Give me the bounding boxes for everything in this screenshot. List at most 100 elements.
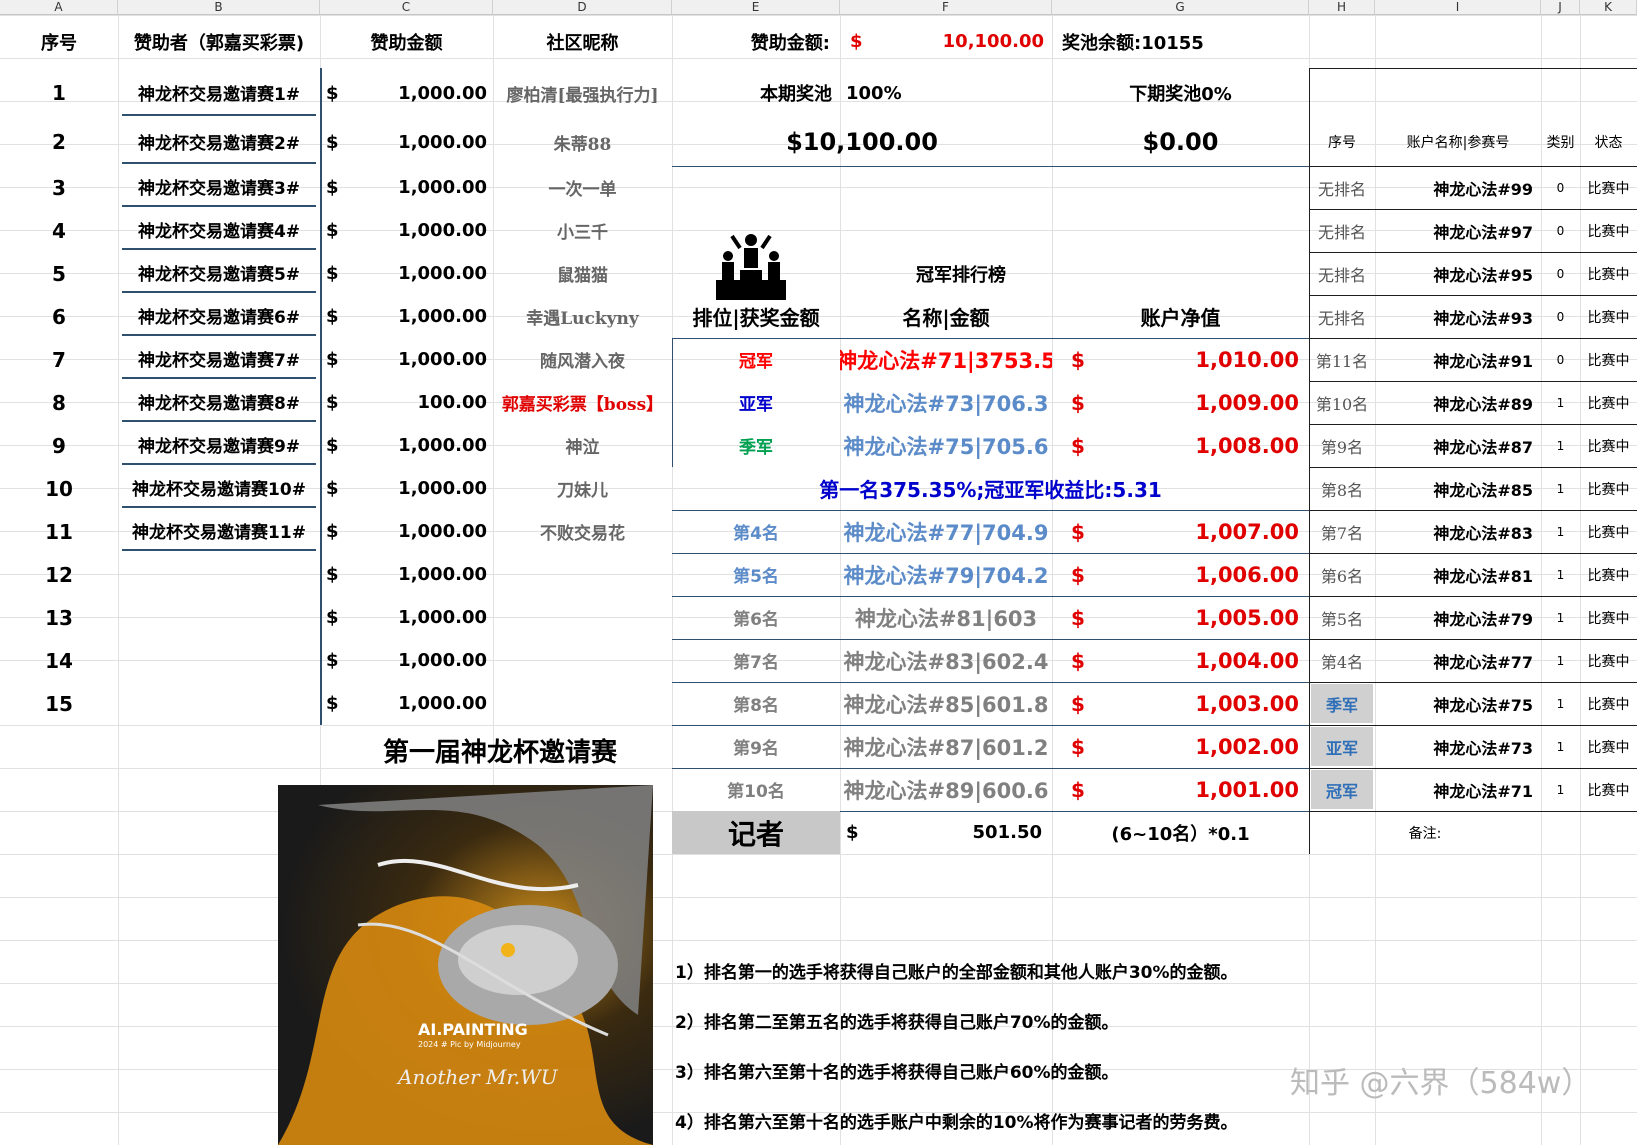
row-number[interactable]: 9	[0, 424, 118, 467]
amount-currency[interactable]: $	[326, 424, 346, 467]
status-type[interactable]: 1	[1541, 682, 1580, 725]
status-account[interactable]: 神龙心法#75	[1375, 682, 1533, 725]
community-nick[interactable]: 小三千	[493, 209, 672, 252]
row-number[interactable]: 1	[0, 68, 118, 118]
status-state[interactable]: 比赛中	[1580, 510, 1637, 553]
community-nick[interactable]: 不败交易花	[493, 510, 672, 553]
equity-currency[interactable]: $	[1068, 682, 1088, 725]
status-state[interactable]: 比赛中	[1580, 725, 1637, 768]
status-rank[interactable]: 第4名	[1311, 641, 1373, 680]
amount-currency[interactable]: $	[326, 467, 346, 510]
status-account[interactable]: 神龙心法#91	[1375, 338, 1533, 381]
rank-label[interactable]: 第4名	[672, 510, 840, 553]
equity-value[interactable]: 1,005.00	[1092, 596, 1299, 639]
status-type[interactable]: 1	[1541, 725, 1580, 768]
sponsor-total-value[interactable]: 10,100.00	[870, 15, 1044, 68]
status-account[interactable]: 神龙心法#83	[1375, 510, 1533, 553]
status-state[interactable]: 比赛中	[1580, 596, 1637, 639]
status-state[interactable]: 比赛中	[1580, 424, 1637, 467]
equity-currency[interactable]: $	[1068, 338, 1088, 381]
community-nick[interactable]: 一次一单	[493, 166, 672, 209]
reporter-note[interactable]: (6~10名）*0.1	[1052, 811, 1309, 854]
community-nick[interactable]: 廖柏清[最强执行力]	[493, 68, 672, 118]
amount-currency[interactable]: $	[326, 338, 346, 381]
community-nick[interactable]: 郭嘉买彩票【boss】	[493, 381, 672, 424]
equity-currency[interactable]: $	[1068, 725, 1088, 768]
rank-label[interactable]: 亚军	[672, 381, 840, 424]
amount-value[interactable]: 1,000.00	[350, 553, 487, 596]
amount-value[interactable]: 1,000.00	[350, 68, 487, 118]
rank-name[interactable]: 神龙心法#79|704.2	[840, 553, 1052, 596]
status-type[interactable]: 0	[1541, 252, 1580, 295]
row-number[interactable]: 14	[0, 639, 118, 682]
amount-currency[interactable]: $	[326, 682, 346, 725]
column-header-I[interactable]: I	[1375, 0, 1541, 15]
status-state[interactable]: 比赛中	[1580, 166, 1637, 209]
column-header-J[interactable]: J	[1541, 0, 1580, 15]
sponsor-name[interactable]: 神龙杯交易邀请赛2#	[122, 120, 316, 164]
column-header-K[interactable]: K	[1580, 0, 1637, 15]
sponsor-name[interactable]: 神龙杯交易邀请赛6#	[122, 297, 316, 336]
row-number[interactable]: 2	[0, 118, 118, 166]
status-rank[interactable]: 第5名	[1311, 598, 1373, 637]
amount-currency[interactable]: $	[326, 118, 346, 166]
status-rank[interactable]: 无排名	[1311, 168, 1373, 207]
amount-value[interactable]: 1,000.00	[350, 639, 487, 682]
status-account[interactable]: 神龙心法#79	[1375, 596, 1533, 639]
reporter-amount[interactable]: 501.50	[870, 811, 1042, 854]
rank-label[interactable]: 第6名	[672, 596, 840, 639]
status-account[interactable]: 神龙心法#93	[1375, 295, 1533, 338]
amount-value[interactable]: 1,000.00	[350, 424, 487, 467]
amount-currency[interactable]: $	[326, 553, 346, 596]
equity-value[interactable]: 1,009.00	[1092, 381, 1299, 424]
community-nick[interactable]: 随风潜入夜	[493, 338, 672, 381]
amount-value[interactable]: 100.00	[350, 381, 487, 424]
status-type[interactable]: 0	[1541, 295, 1580, 338]
row-number[interactable]: 12	[0, 553, 118, 596]
status-state[interactable]: 比赛中	[1580, 682, 1637, 725]
amount-currency[interactable]: $	[326, 252, 346, 295]
amount-currency[interactable]: $	[326, 209, 346, 252]
status-rank[interactable]: 第9名	[1311, 426, 1373, 465]
board-title[interactable]: 冠军排行榜	[840, 252, 1082, 295]
rank-name[interactable]: 神龙心法#83|602.4	[840, 639, 1052, 682]
rank-name[interactable]: 神龙心法#77|704.9	[840, 510, 1052, 553]
board-header-rank[interactable]: 排位|获奖金额	[672, 295, 840, 338]
status-rank[interactable]: 第8名	[1311, 469, 1373, 508]
rank-name[interactable]: 神龙心法#81|603	[840, 596, 1052, 639]
equity-value[interactable]: 1,006.00	[1092, 553, 1299, 596]
status-account[interactable]: 神龙心法#89	[1375, 381, 1533, 424]
status-rank[interactable]: 冠军	[1311, 770, 1373, 809]
status-rank[interactable]: 亚军	[1311, 727, 1373, 766]
status-rank[interactable]: 无排名	[1311, 211, 1373, 250]
community-nick[interactable]: 刀妹儿	[493, 467, 672, 510]
this-pool-label[interactable]: 本期奖池	[672, 68, 832, 118]
rank-label[interactable]: 第9名	[672, 725, 840, 768]
pool-balance[interactable]: 奖池余额:10155	[1062, 15, 1302, 68]
status-type[interactable]: 1	[1541, 424, 1580, 467]
status-account[interactable]: 神龙心法#99	[1375, 166, 1533, 209]
sponsor-name[interactable]: 神龙杯交易邀请赛5#	[122, 254, 316, 293]
event-title[interactable]: 第一届神龙杯邀请赛	[330, 728, 670, 773]
column-header-E[interactable]: E	[672, 0, 840, 15]
equity-currency[interactable]: $	[1068, 553, 1088, 596]
status-state[interactable]: 比赛中	[1580, 467, 1637, 510]
rule-text[interactable]: 4）排名第六至第十名的选手账户中剩余的10%将作为赛事记者的劳务费。	[675, 1105, 1315, 1135]
column-header-F[interactable]: F	[840, 0, 1052, 15]
row-number[interactable]: 11	[0, 510, 118, 553]
status-state[interactable]: 比赛中	[1580, 338, 1637, 381]
row-number[interactable]: 13	[0, 596, 118, 639]
rank-label[interactable]: 第7名	[672, 639, 840, 682]
rank-name[interactable]: 神龙心法#85|601.8	[840, 682, 1052, 725]
status-type[interactable]: 1	[1541, 510, 1580, 553]
community-nick[interactable]: 鼠猫猫	[493, 252, 672, 295]
rule-text[interactable]: 1）排名第一的选手将获得自己账户的全部金额和其他人账户30%的金额。	[675, 955, 1315, 985]
amount-currency[interactable]: $	[326, 596, 346, 639]
equity-currency[interactable]: $	[1068, 768, 1088, 811]
status-account[interactable]: 神龙心法#71	[1375, 768, 1533, 811]
status-rank[interactable]: 第10名	[1311, 383, 1373, 422]
amount-value[interactable]: 1,000.00	[350, 118, 487, 166]
status-type[interactable]: 1	[1541, 467, 1580, 510]
status-account[interactable]: 神龙心法#87	[1375, 424, 1533, 467]
status-state[interactable]: 比赛中	[1580, 209, 1637, 252]
